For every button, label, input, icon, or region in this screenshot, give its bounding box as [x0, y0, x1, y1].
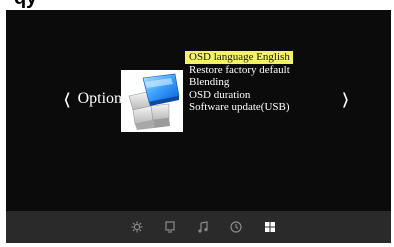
osd-screen: ❬ Option OSD language English Restore fa… [6, 10, 391, 243]
option-menu: OSD language English Restore factory def… [185, 51, 293, 114]
menu-item-blending[interactable]: Blending [185, 76, 293, 89]
option-label: Option [77, 90, 123, 107]
clock-icon[interactable] [229, 220, 243, 234]
option-cube-icon [121, 70, 183, 132]
nav-previous[interactable]: ❬ Option [61, 90, 122, 108]
menu-item-restore-factory-default[interactable]: Restore factory default [185, 64, 293, 77]
option-grid-icon[interactable] [263, 220, 277, 234]
nav-next[interactable]: ❭ [340, 90, 350, 108]
menu-item-osd-language[interactable]: OSD language English [185, 51, 293, 64]
picture-settings-icon[interactable] [130, 220, 144, 234]
menu-item-osd-duration[interactable]: OSD duration [185, 89, 293, 102]
music-note-icon[interactable] [196, 220, 210, 234]
cropped-glyph: q [14, 0, 26, 10]
menu-item-software-update[interactable]: Software update(USB) [185, 101, 293, 114]
cropped-top-text: q y [0, 0, 394, 10]
chevron-right-icon: ❭ [340, 90, 351, 108]
screen-icon[interactable] [163, 220, 177, 234]
cropped-glyph: y [26, 0, 37, 10]
chevron-left-icon: ❬ [62, 90, 73, 108]
bottom-menu-bar [6, 211, 391, 243]
